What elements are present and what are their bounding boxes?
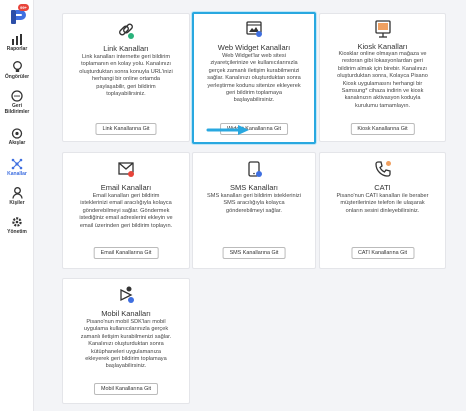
nav-label: Yönetim	[7, 229, 27, 235]
sms-channels-button[interactable]: SMS Kanallarına Git	[222, 247, 286, 259]
lightbulb-icon	[12, 61, 22, 72]
nav-kanallar[interactable]: Kanallar	[0, 158, 34, 177]
channels-icon	[11, 158, 23, 170]
nav-yonetim[interactable]: Yönetim	[0, 216, 34, 235]
email-channels-button[interactable]: Email Kanallarına Git	[93, 247, 159, 259]
link-icon	[119, 23, 134, 39]
card-title: Mobil Kanalları	[101, 309, 151, 318]
person-icon	[11, 187, 23, 199]
channels-grid: Link Kanalları Link kanalları internette…	[34, 0, 466, 411]
bar-chart-icon	[12, 34, 22, 45]
card-description: Pisano'nun CATI kanalları ile beraber müş…	[336, 193, 429, 214]
nav-ongoruler[interactable]: Öngörüler	[0, 61, 34, 80]
cati-channels-button[interactable]: CATI Kanallarına Git	[350, 247, 415, 259]
card-description: Pisano'nun mobil SDK'ları mobil uygulama …	[80, 319, 172, 370]
envelope-icon	[118, 162, 134, 177]
mobile-channels-button[interactable]: Mobil Kanallarına Git	[93, 383, 159, 395]
card-title: Email Kanalları	[100, 183, 152, 192]
card-title: CATI	[374, 183, 391, 192]
kiosk-icon	[374, 20, 391, 38]
nav-akislar[interactable]: Akışlar	[0, 128, 34, 146]
nav-label: Kanallar	[7, 171, 27, 177]
card-title: SMS Kanalları	[230, 183, 278, 192]
card-link: Link Kanalları Link kanalları internette…	[62, 13, 190, 142]
pointer-arrow-icon	[206, 125, 249, 135]
card-cati: CATI Pisano'nun CATI kanalları ile berab…	[319, 152, 446, 269]
sidebar: 99+ Raporlar Öngörüler Geri Bildirimler …	[0, 0, 34, 411]
kiosk-channels-button[interactable]: Kiosk Kanallarına Git	[350, 123, 415, 135]
card-mobile: Mobil Kanalları Pisano'nun mobil SDK'lar…	[62, 278, 190, 404]
link-channels-button[interactable]: Link Kanallarına Git	[95, 123, 157, 135]
card-description: Kiosklar online olmayan mağaza ve restora…	[337, 51, 428, 109]
nav-label: Geri Bildirimler	[4, 103, 30, 115]
nav-label: Raporlar	[6, 46, 28, 52]
card-description: SMS kanalları geri bildirim istekleriniz…	[207, 193, 301, 214]
nav-raporlar[interactable]: Raporlar	[0, 34, 34, 52]
mobile-icon	[120, 286, 134, 303]
nav-label: Kişiler	[9, 200, 25, 206]
card-sms: SMS Kanalları SMS kanalları geri bildiri…	[192, 152, 316, 269]
nav-kisiler[interactable]: Kişiler	[0, 187, 34, 206]
card-title: Web Widget Kanalları	[217, 43, 291, 52]
nav-label: Öngörüler	[4, 74, 30, 80]
notification-badge: 99+	[18, 4, 29, 11]
card-description: Web Widget'lar web sitesi ziyaretçilerini…	[207, 53, 301, 104]
card-description: Email kanalları geri bildirim isteklerini…	[79, 193, 173, 229]
nav-geri-bildirimler[interactable]: Geri Bildirimler	[0, 90, 34, 115]
nav-label: Akışlar	[8, 140, 26, 146]
chat-icon	[11, 90, 23, 102]
card-kiosk: Kiosk Kanalları Kiosklar online olmayan …	[319, 13, 446, 142]
card-title: Link Kanalları	[103, 44, 149, 53]
card-email: Email Kanalları Email kanalları geri bil…	[62, 152, 190, 269]
sms-icon	[248, 161, 262, 177]
card-title: Kiosk Kanalları	[357, 42, 408, 51]
gear-icon	[12, 217, 22, 227]
phone-icon	[374, 161, 391, 177]
card-description: Link kanalları internette geri bildirim t…	[79, 54, 173, 98]
flow-icon	[11, 128, 23, 139]
browser-image-icon	[246, 21, 262, 37]
